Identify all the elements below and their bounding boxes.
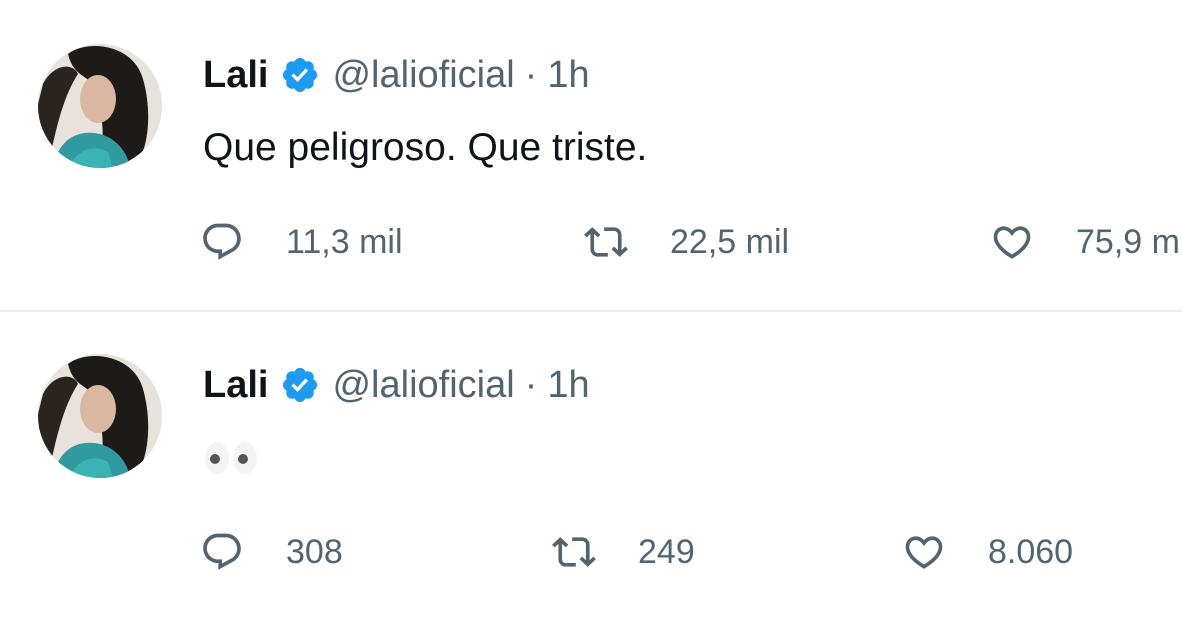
divider xyxy=(0,310,1182,312)
tweet[interactable]: Lali @lalioficial · 1h Que peligroso. Qu… xyxy=(0,0,1182,310)
like-button[interactable]: 75,9 mil xyxy=(990,220,1182,264)
verified-badge-icon xyxy=(283,367,318,403)
tweet-actions: 11,3 mil 22,5 mil 75,9 mil xyxy=(0,220,1182,270)
verified-badge-icon xyxy=(283,57,318,93)
timestamp[interactable]: 1h xyxy=(547,362,589,408)
reply-button[interactable]: 11,3 mil xyxy=(200,220,403,264)
eyes-icon xyxy=(205,442,257,474)
like-count: 75,9 mil xyxy=(1076,222,1182,261)
reply-button[interactable]: 308 xyxy=(200,530,343,574)
reply-icon xyxy=(203,223,241,260)
retweet-icon xyxy=(552,537,596,567)
tweet-header: Lali @lalioficial · 1h xyxy=(203,52,590,98)
separator-dot: · xyxy=(524,54,538,96)
separator-dot: · xyxy=(524,364,538,406)
avatar-image xyxy=(38,44,162,168)
reply-icon xyxy=(203,533,241,570)
avatar[interactable] xyxy=(38,354,162,478)
heart-icon xyxy=(993,226,1031,259)
tweet-header: Lali @lalioficial · 1h xyxy=(203,362,590,408)
like-button[interactable]: 8.060 xyxy=(902,530,1073,574)
reply-count: 11,3 mil xyxy=(286,222,403,261)
user-handle[interactable]: @lalioficial xyxy=(332,52,514,98)
timestamp[interactable]: 1h xyxy=(547,52,589,98)
eyes-emoji: 👀 xyxy=(203,438,263,478)
user-handle[interactable]: @lalioficial xyxy=(332,362,514,408)
tweet-actions: 308 249 8.060 xyxy=(0,530,1182,580)
retweet-button[interactable]: 249 xyxy=(552,530,695,574)
retweet-count: 249 xyxy=(638,532,695,571)
display-name[interactable]: Lali xyxy=(203,362,268,408)
avatar-image xyxy=(38,354,162,478)
tweet[interactable]: Lali @lalioficial · 1h 👀 308 249 xyxy=(0,310,1182,620)
retweet-button[interactable]: 22,5 mil xyxy=(584,220,789,264)
like-count: 8.060 xyxy=(988,532,1074,571)
reply-count: 308 xyxy=(286,532,343,571)
heart-icon xyxy=(905,536,943,569)
tweet-text: Que peligroso. Que triste. xyxy=(203,126,648,169)
retweet-count: 22,5 mil xyxy=(670,222,790,261)
avatar[interactable] xyxy=(38,44,162,168)
display-name[interactable]: Lali xyxy=(203,52,268,98)
retweet-icon xyxy=(584,227,628,257)
